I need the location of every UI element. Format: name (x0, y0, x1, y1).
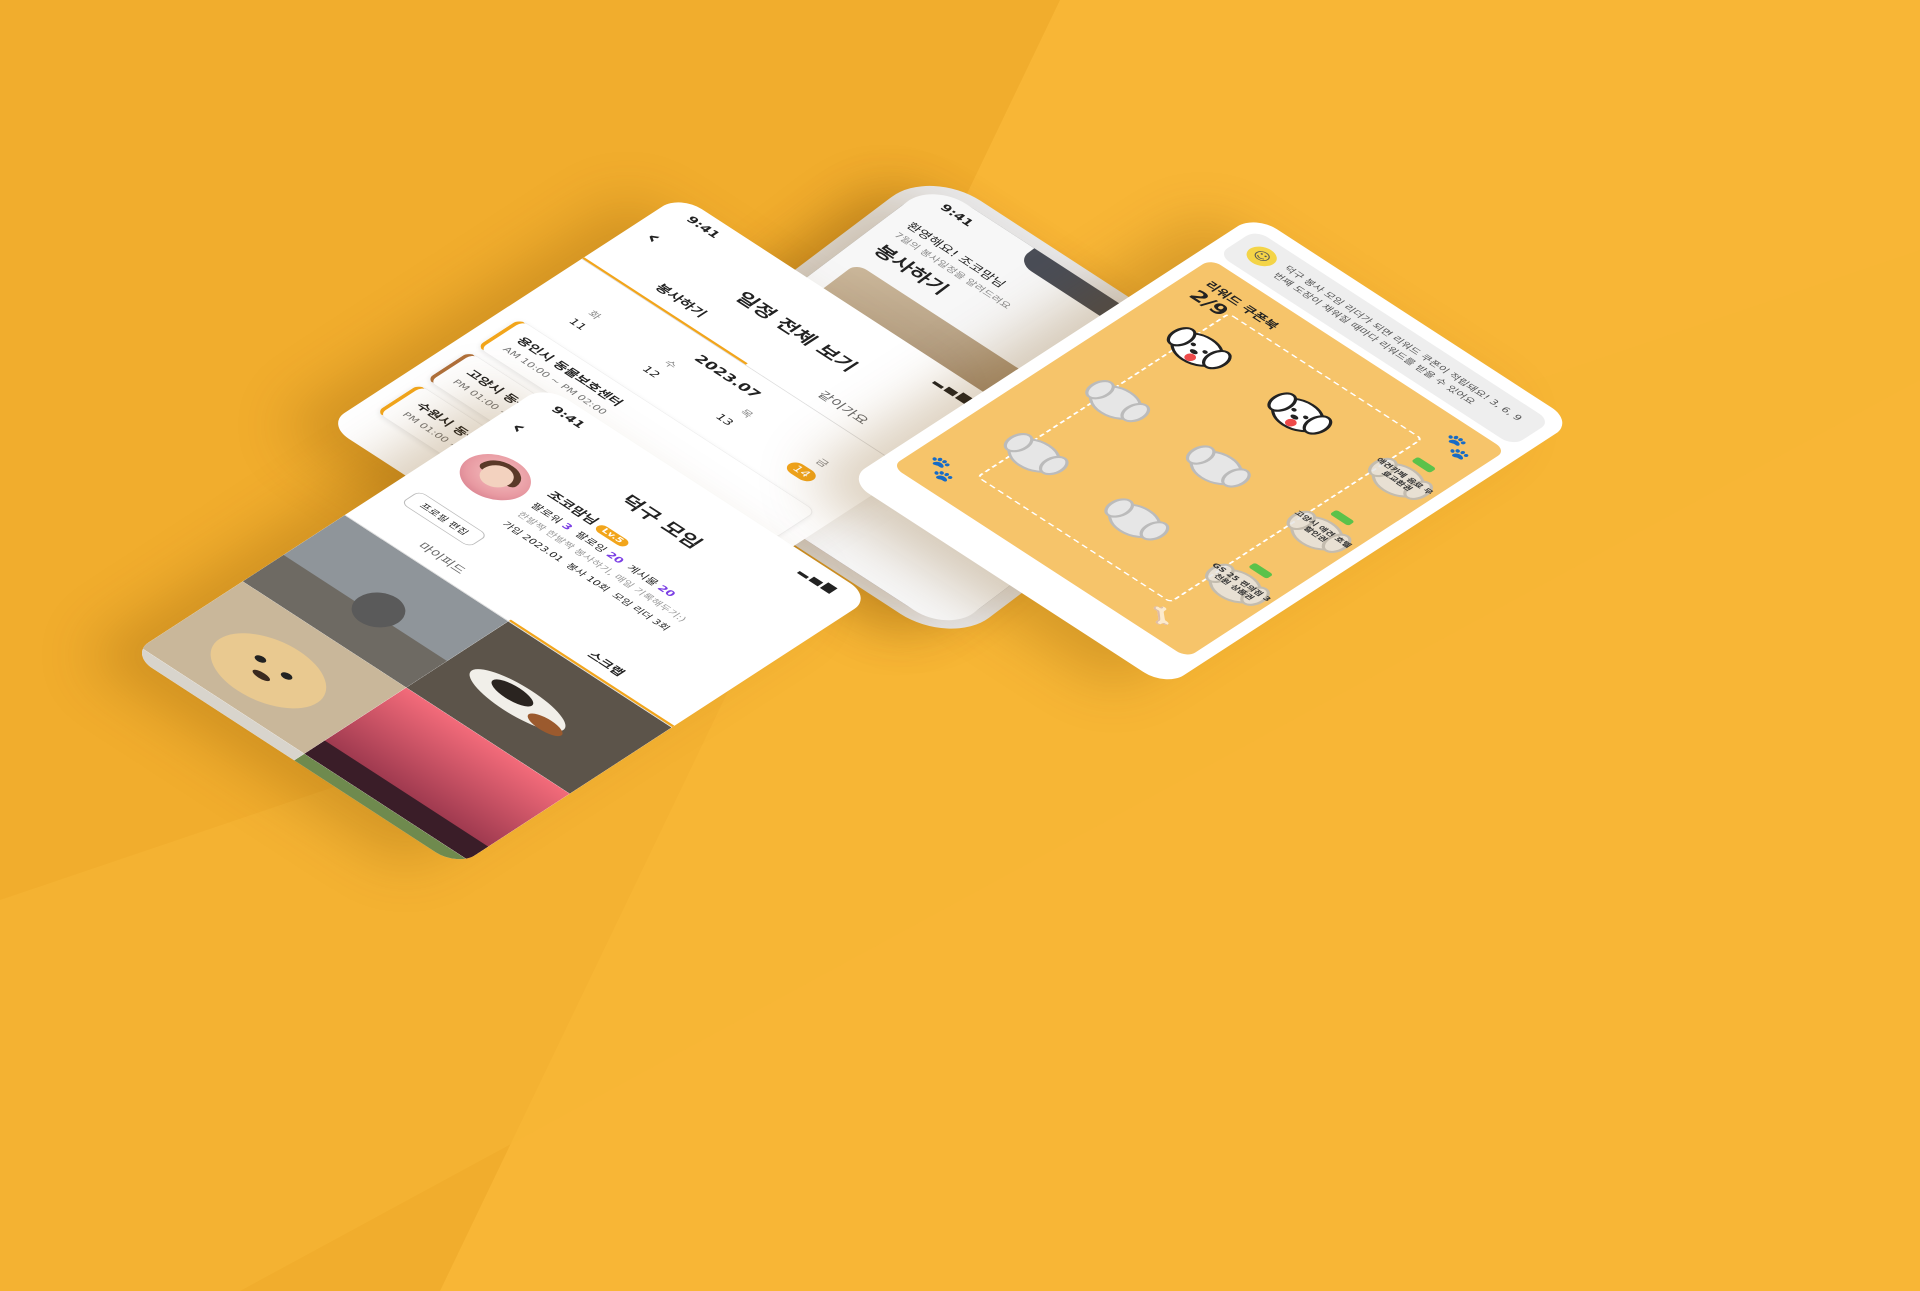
calendar-date[interactable]: 12 (636, 364, 663, 381)
smile-icon: ☺ (1240, 242, 1283, 271)
bone-icon: 🦴 (1140, 603, 1181, 630)
paw-icon: 🐾 (1431, 429, 1484, 464)
follower-count[interactable]: 3 (559, 521, 576, 532)
paw-icon: 🐾 (915, 452, 968, 486)
calendar-date[interactable]: 11 (563, 317, 589, 334)
calendar-date[interactable]: 13 (709, 412, 736, 429)
